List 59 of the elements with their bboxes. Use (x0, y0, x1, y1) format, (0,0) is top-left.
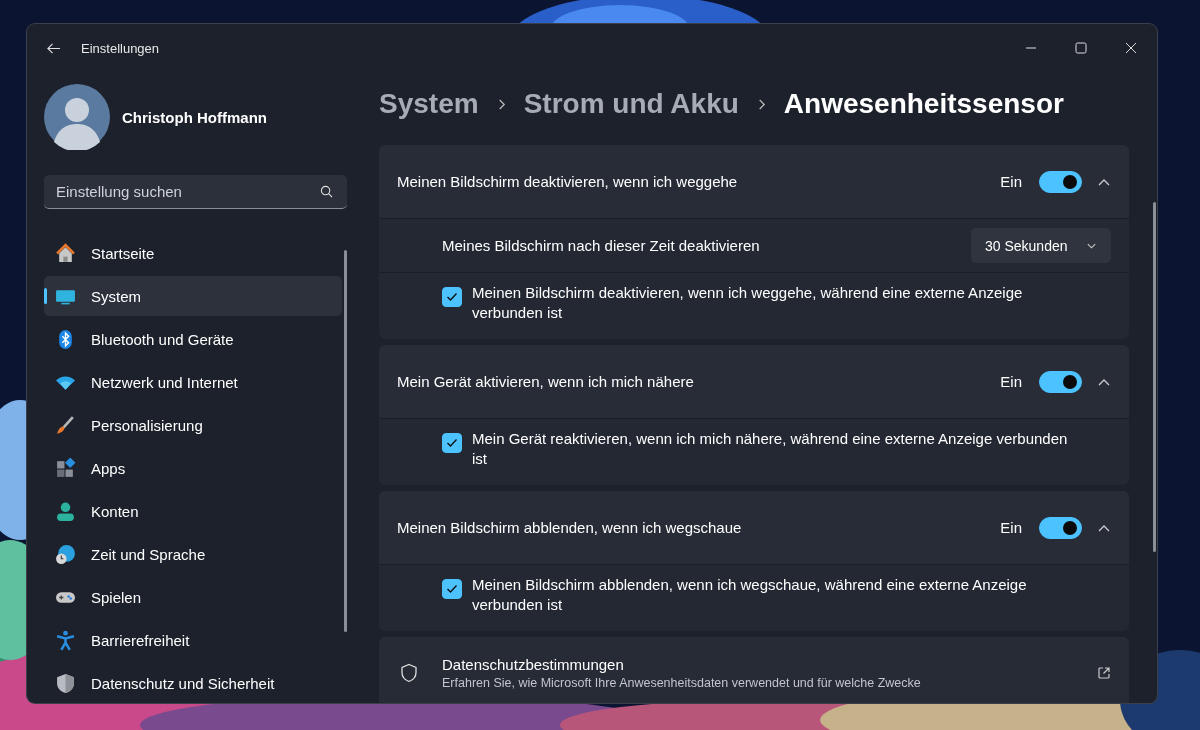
shield-icon (55, 672, 76, 694)
sidebar-item[interactable]: Personalisierung (44, 405, 342, 445)
user-name: Christoph Hoffmann (122, 108, 267, 126)
person-icon (55, 500, 76, 522)
checkbox-label: Meinen Bildschirm deaktivieren, wenn ich weggehe, während eine externe Anzeige verbunden ist (472, 283, 1024, 323)
window-title: Einstellungen (81, 40, 160, 56)
breadcrumb-link[interactable]: System (379, 88, 479, 120)
sidebar-item[interactable]: Apps (44, 448, 342, 488)
sidebar-item[interactable]: Spielen (44, 577, 342, 617)
sidebar-item[interactable]: Startseite (44, 233, 342, 273)
page-title: Anwesenheitssensor (783, 88, 1064, 120)
checkbox[interactable] (442, 287, 462, 307)
search-field[interactable]: Einstellung suchen (44, 175, 347, 209)
checkbox[interactable] (442, 433, 462, 453)
sidebar-item[interactable]: Zeit und Sprache (44, 534, 342, 574)
sidebar-item[interactable]: Datenschutz und Sicherheit (44, 663, 342, 703)
toggle-switch[interactable] (1039, 516, 1082, 539)
link-title: Datenschutzbestimmungen (442, 656, 625, 673)
search-icon[interactable] (320, 185, 333, 198)
section-title: Meinen Bildschirm deaktivieren, wenn ich weggehe (397, 173, 739, 190)
dropdown[interactable]: 30 Sekunden (971, 228, 1111, 263)
chevron-down-icon (1086, 241, 1097, 250)
toggle-switch[interactable] (1039, 370, 1082, 393)
search-input[interactable]: Einstellung suchen (56, 175, 320, 208)
sidebar-item[interactable]: Konten (44, 491, 342, 531)
checkmark-icon (446, 438, 458, 448)
brush-icon (55, 414, 76, 436)
chevron-right-icon (756, 97, 766, 111)
close-icon[interactable] (1125, 42, 1137, 54)
maximize-icon[interactable] (1075, 42, 1087, 54)
sidebar-item[interactable]: Netzwerk und Internet (44, 362, 342, 402)
external-link-icon[interactable] (1097, 666, 1111, 680)
home-icon (55, 242, 76, 264)
avatar (44, 84, 110, 150)
scrollbar[interactable] (344, 250, 347, 632)
checkbox-label: Mein Gerät reaktivieren, wenn ich mich nähere, während eine externe Anzeige verbunden ist (472, 429, 1069, 469)
globe-clock-icon (55, 543, 76, 565)
breadcrumb-link[interactable]: Strom und Akku (523, 88, 739, 120)
sidebar-item[interactable]: Barrierefreiheit (44, 620, 342, 660)
apps-icon (55, 457, 76, 479)
chevron-right-icon (496, 97, 506, 111)
toggle-state-label: Ein (1000, 519, 1022, 536)
toggle-switch[interactable] (1039, 170, 1082, 193)
toggle-state-label: Ein (1000, 373, 1022, 390)
sidebar-item[interactable]: System (44, 276, 342, 316)
sidebar-item[interactable]: Bluetooth und Geräte (44, 319, 342, 359)
scrollbar[interactable] (1153, 202, 1156, 552)
setting-label: Meines Bildschirm nach dieser Zeit deaktivieren (442, 237, 760, 254)
checkbox-label: Meinen Bildschirm abblenden, wenn ich wegschaue, während eine externe Anzeige verbunden ist (472, 575, 1028, 615)
privacy-link-card[interactable]: Datenschutzbestimmungen Erfahren Sie, wie Microsoft Ihre Anwesenheitsdaten verwendet und für welche Zwecke (379, 637, 1129, 703)
checkbox[interactable] (442, 579, 462, 599)
toggle-state-label: Ein (1000, 173, 1022, 190)
accessibility-icon (55, 629, 76, 651)
section-title: Mein Gerät aktivieren, wenn ich mich nähere (397, 373, 695, 390)
shield-icon (400, 663, 418, 683)
checkmark-icon (446, 584, 458, 594)
section-title: Meinen Bildschirm abblenden, wenn ich wegschaue (397, 519, 743, 536)
checkmark-icon (446, 292, 458, 302)
link-description: Erfahren Sie, wie Microsoft Ihre Anwesenheitsdaten verwendet und für welche Zwecke (442, 676, 922, 690)
